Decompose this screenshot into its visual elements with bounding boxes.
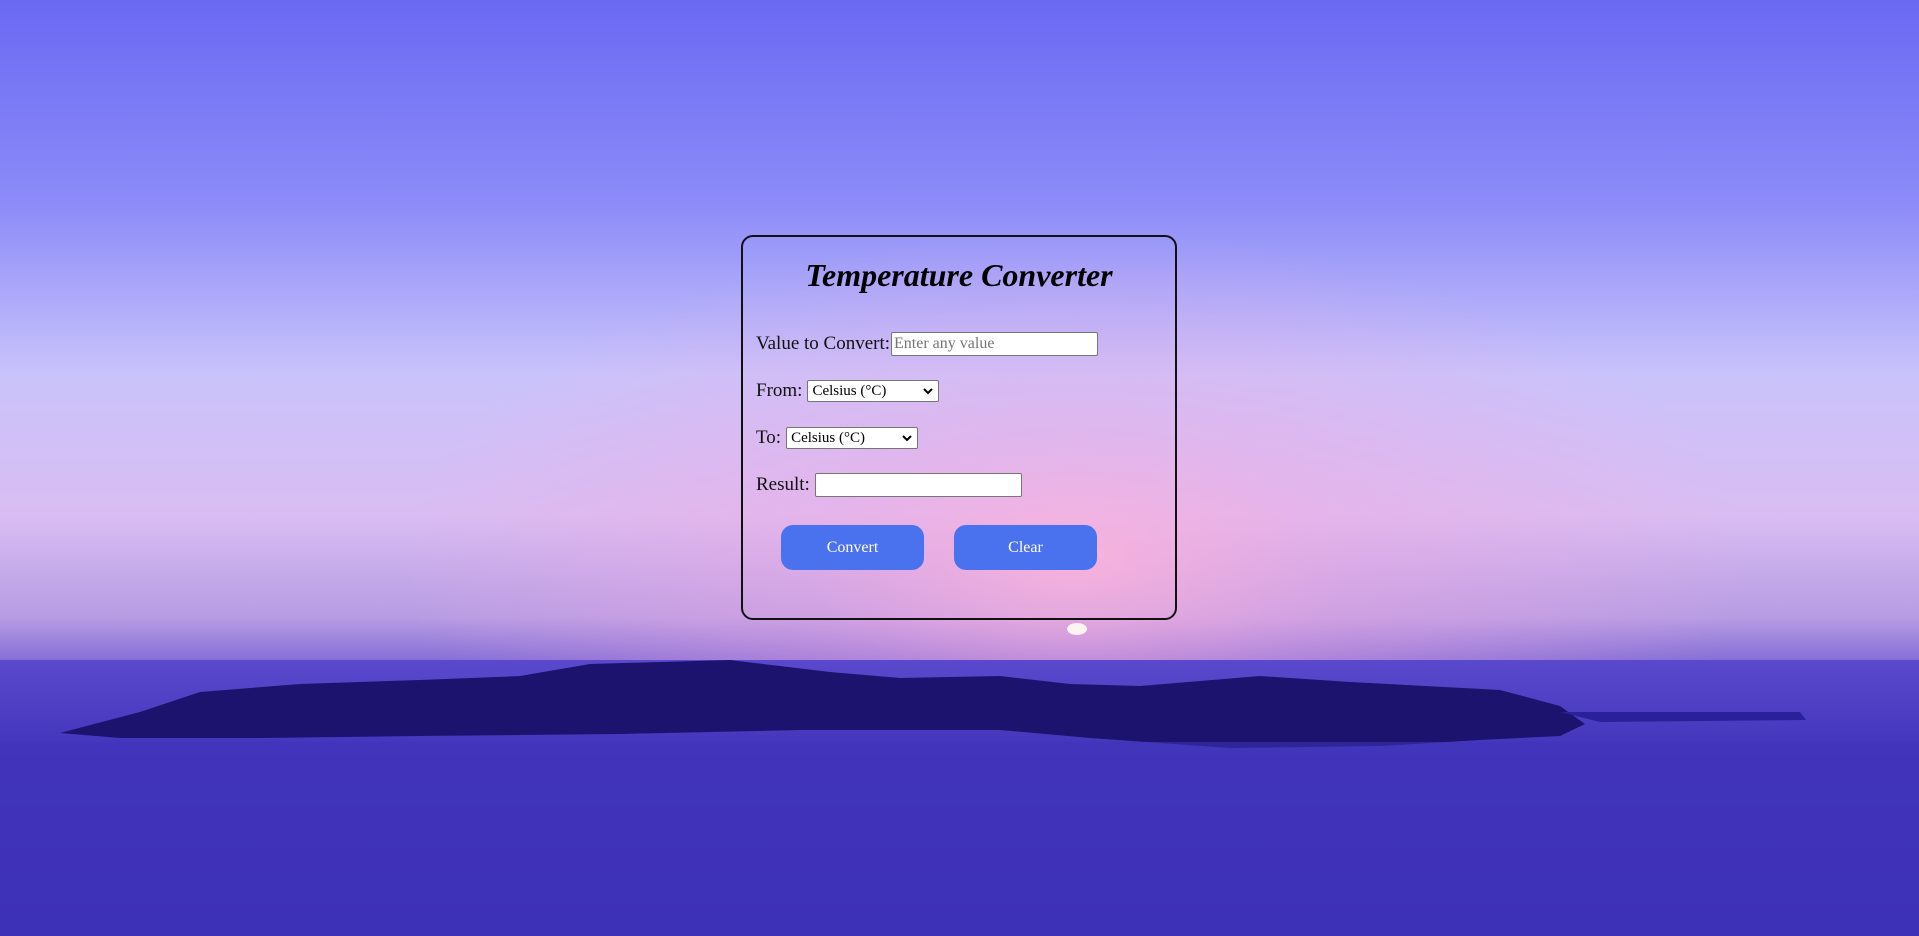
from-select-value: Celsius (°C) xyxy=(812,382,887,399)
from-label: From: xyxy=(756,380,803,401)
result-field[interactable] xyxy=(814,473,1022,497)
to-select[interactable]: Celsius (°C) xyxy=(786,427,919,449)
page-title: Temperature Converter xyxy=(805,257,1113,293)
value-row: Value to Convert: xyxy=(756,332,1099,356)
from-select[interactable]: Celsius (°C) xyxy=(807,380,940,402)
to-label: To: xyxy=(756,427,782,448)
from-row: From: Celsius (°C) xyxy=(756,380,940,402)
to-row: To: Celsius (°C) xyxy=(756,427,919,449)
value-label: Value to Convert: xyxy=(756,333,891,354)
chevron-down-icon xyxy=(923,388,934,395)
result-label: Result: xyxy=(756,474,810,495)
result-row: Result: xyxy=(756,473,1022,497)
chevron-down-icon xyxy=(902,435,912,442)
convert-button[interactable]: Convert xyxy=(781,525,924,570)
to-select-value: Celsius (°C) xyxy=(791,429,865,446)
converter-card: Temperature Converter Value to Convert: … xyxy=(741,235,1177,620)
clear-button[interactable]: Clear xyxy=(954,525,1097,570)
value-input[interactable] xyxy=(891,332,1099,356)
